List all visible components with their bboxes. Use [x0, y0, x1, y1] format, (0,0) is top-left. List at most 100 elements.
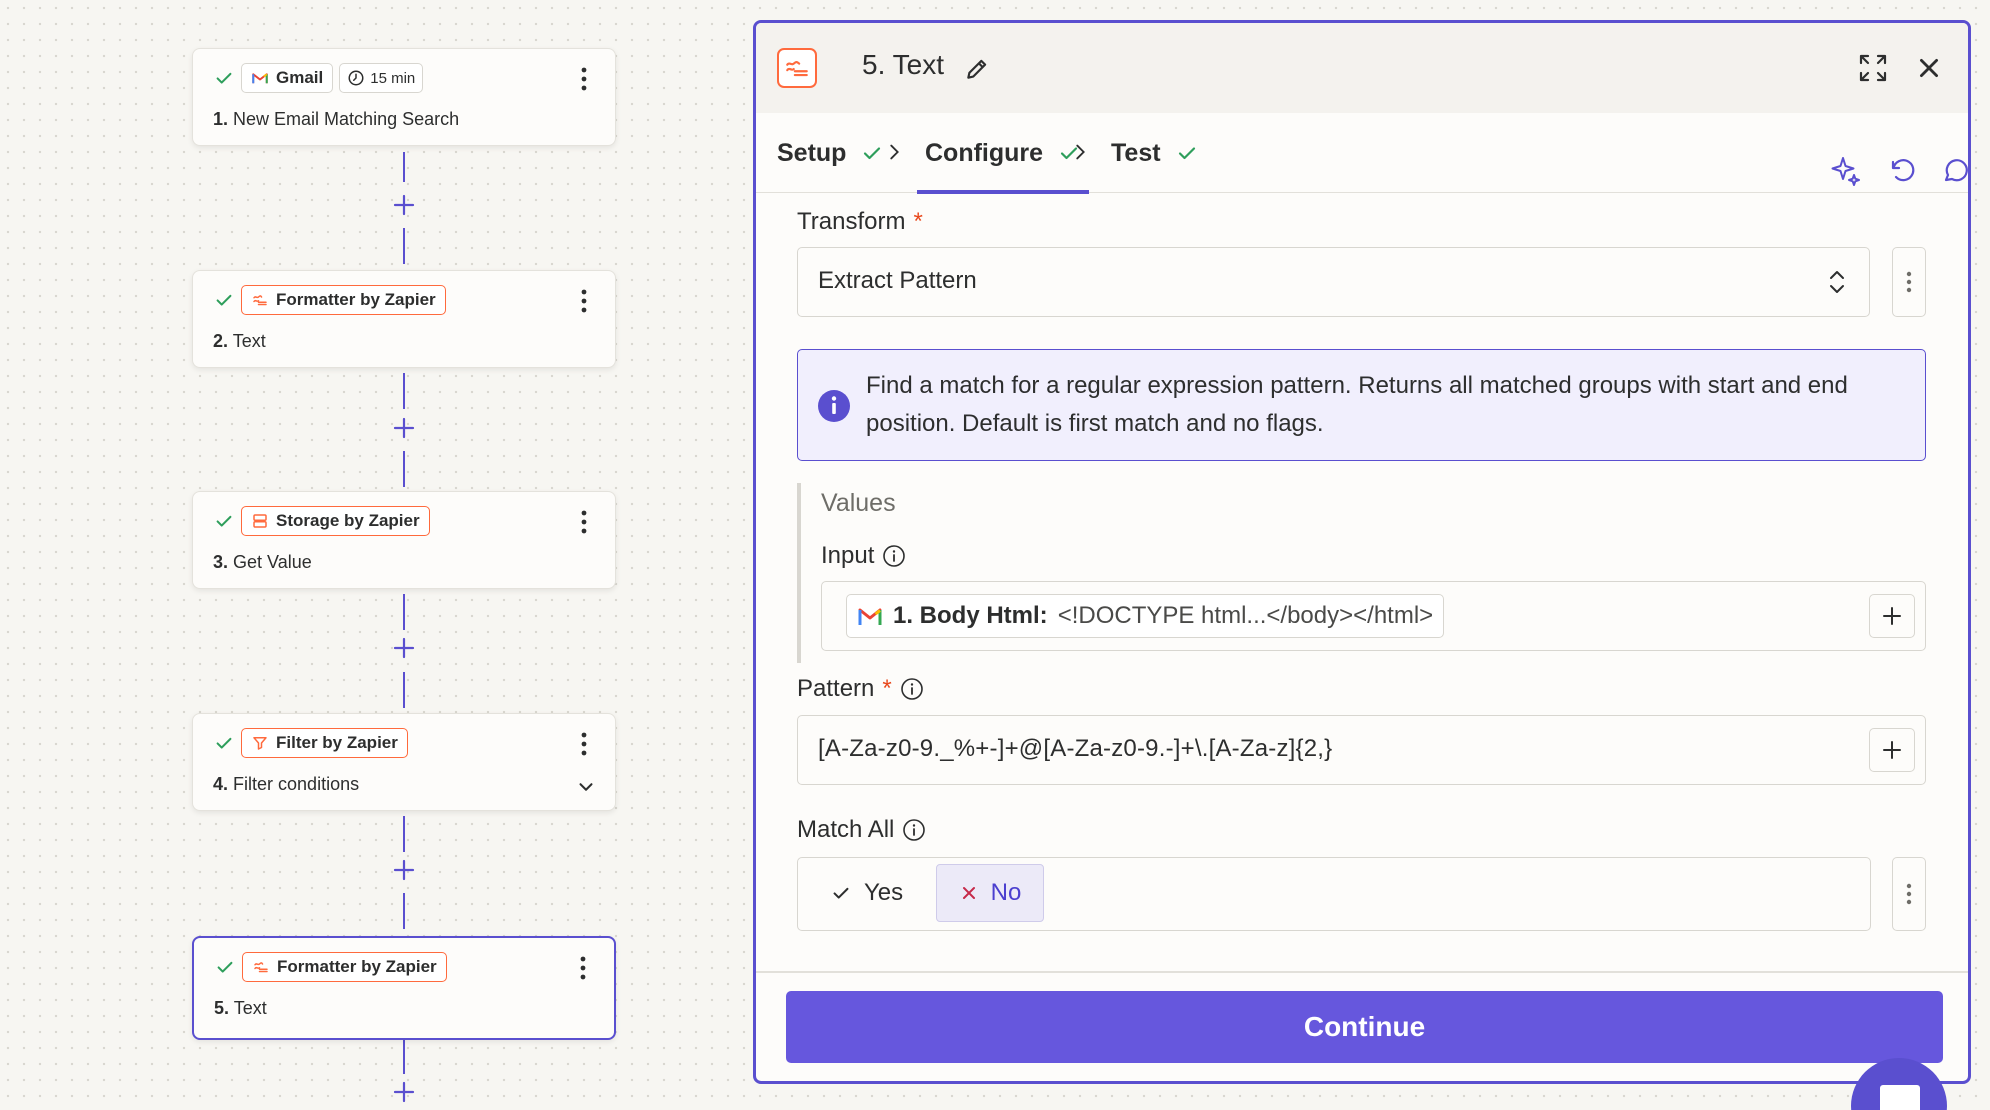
- app-name: Storage by Zapier: [276, 511, 420, 530]
- formatter-icon: [254, 962, 268, 973]
- app-chip: Filter by Zapier: [241, 728, 408, 758]
- more-options-icon: [1906, 271, 1912, 293]
- app-name: Gmail: [276, 68, 324, 87]
- info-callout: Find a match for a regular expression pa…: [797, 349, 1926, 461]
- comment-icon[interactable]: [1939, 153, 1971, 187]
- check-icon: [833, 887, 849, 899]
- app-name: Filter by Zapier: [276, 733, 398, 752]
- step-editor-panel: 5. Text Setup Configure Test Transform * …: [753, 20, 1971, 1084]
- footer-divider: [756, 971, 1968, 973]
- add-step-icon[interactable]: [392, 193, 416, 217]
- insert-data-button[interactable]: [1869, 728, 1915, 772]
- connector-line: [403, 594, 405, 630]
- more-options-icon[interactable]: [573, 65, 595, 93]
- step-title: 2. Text: [213, 331, 266, 351]
- step-title: 5. Text: [214, 998, 267, 1018]
- match-all-yes-option[interactable]: Yes: [812, 864, 921, 922]
- close-icon[interactable]: [1916, 55, 1942, 81]
- app-chip: Formatter by Zapier: [241, 285, 446, 315]
- match-all-no-option[interactable]: No: [936, 864, 1044, 922]
- storage-icon: [253, 514, 267, 528]
- connector-line: [403, 373, 405, 409]
- check-icon: [216, 294, 232, 306]
- add-step-icon[interactable]: [392, 1080, 416, 1104]
- step-title: 1. New Email Matching Search: [213, 109, 460, 129]
- transform-options-button[interactable]: [1892, 247, 1926, 317]
- panel-header: 5. Text: [756, 23, 1968, 113]
- more-options-icon[interactable]: [573, 730, 595, 758]
- tab-setup[interactable]: Setup: [777, 113, 884, 193]
- insert-data-button[interactable]: [1869, 594, 1915, 638]
- info-icon: [818, 390, 850, 422]
- step-card-4[interactable]: Filter by Zapier 4. Filter conditions: [192, 713, 616, 811]
- connector-line: [403, 152, 405, 182]
- input-label: Input: [821, 542, 906, 570]
- chevron-down-icon[interactable]: [575, 776, 597, 798]
- match-all-options-button[interactable]: [1892, 857, 1926, 931]
- connector-line: [403, 893, 405, 929]
- check-icon: [864, 147, 881, 160]
- check-icon: [216, 737, 232, 749]
- more-options-icon[interactable]: [573, 287, 595, 315]
- connector-line: [403, 451, 405, 487]
- add-step-icon[interactable]: [392, 858, 416, 882]
- more-options-icon[interactable]: [573, 508, 595, 536]
- pencil-icon[interactable]: [964, 56, 990, 82]
- step-tabs: Setup Configure Test: [756, 113, 1968, 194]
- transform-label: Transform *: [797, 208, 923, 235]
- step-card-1[interactable]: Gmail 15 min 1. New Email Matching Searc…: [192, 48, 616, 146]
- plus-icon: [1883, 607, 1901, 625]
- mapped-field-name: 1. Body Html:: [893, 602, 1048, 629]
- tab-test[interactable]: Test: [1111, 113, 1199, 193]
- more-options-icon: [1906, 883, 1912, 905]
- sparkle-icon[interactable]: [1829, 153, 1863, 187]
- app-chip: Storage by Zapier: [241, 506, 430, 536]
- connector-line: [403, 816, 405, 852]
- formatter-app-icon: [777, 48, 817, 88]
- info-circle-icon[interactable]: [882, 544, 906, 568]
- pattern-field[interactable]: [A-Za-z0-9._%+-]+@[A-Za-z0-9.-]+\.[A-Za-…: [797, 715, 1926, 785]
- step-card-2[interactable]: Formatter by Zapier 2. Text: [192, 270, 616, 368]
- step-card-3[interactable]: Storage by Zapier 3. Get Value: [192, 491, 616, 589]
- schedule-badge: 15 min: [339, 63, 424, 93]
- add-step-icon[interactable]: [392, 636, 416, 660]
- transform-value: Extract Pattern: [818, 267, 977, 294]
- connector-line: [403, 1038, 405, 1074]
- step-title: 3. Get Value: [213, 552, 312, 572]
- values-title: Values: [821, 489, 896, 517]
- gmail-icon: [252, 73, 268, 84]
- mapped-field-pill[interactable]: 1. Body Html: <!DOCTYPE html...</body></…: [846, 594, 1445, 638]
- clock-icon: [348, 70, 364, 86]
- expand-icon[interactable]: [1857, 52, 1889, 84]
- input-field[interactable]: 1. Body Html: <!DOCTYPE html...</body></…: [821, 581, 1926, 651]
- continue-button[interactable]: Continue: [786, 991, 1943, 1063]
- step-card-5[interactable]: Formatter by Zapier 5. Text: [192, 936, 616, 1040]
- info-text: Find a match for a regular expression pa…: [866, 372, 1848, 437]
- info-circle-icon[interactable]: [900, 677, 924, 701]
- mapped-field-value: <!DOCTYPE html...</body></html>: [1057, 602, 1434, 629]
- x-icon: [962, 887, 975, 899]
- match-all-label: Match All: [797, 816, 926, 844]
- panel-title: 5. Text: [862, 49, 944, 80]
- app-name: Formatter by Zapier: [276, 290, 436, 309]
- info-circle-icon[interactable]: [902, 818, 926, 842]
- undo-icon[interactable]: [1884, 153, 1918, 187]
- pattern-value: [A-Za-z0-9._%+-]+@[A-Za-z0-9.-]+\.[A-Za-…: [818, 735, 1333, 762]
- tab-configure[interactable]: Configure: [916, 113, 1090, 194]
- gmail-icon: [858, 608, 882, 625]
- more-options-icon[interactable]: [572, 954, 594, 982]
- app-name: Formatter by Zapier: [277, 957, 437, 976]
- add-step-icon[interactable]: [392, 416, 416, 440]
- chevron-updown-icon: [1830, 271, 1844, 293]
- chat-icon: [1880, 1085, 1920, 1110]
- connector-line: [403, 228, 405, 264]
- connector-line: [403, 672, 405, 708]
- app-chip: Gmail: [241, 63, 334, 93]
- match-all-toggle: Yes No: [797, 857, 1871, 931]
- step-title: 4. Filter conditions: [213, 774, 360, 794]
- pattern-label: Pattern *: [797, 675, 924, 703]
- filter-icon: [253, 737, 267, 750]
- formatter-icon: [253, 295, 267, 306]
- transform-select[interactable]: Extract Pattern: [797, 247, 1870, 317]
- check-icon: [1178, 147, 1195, 160]
